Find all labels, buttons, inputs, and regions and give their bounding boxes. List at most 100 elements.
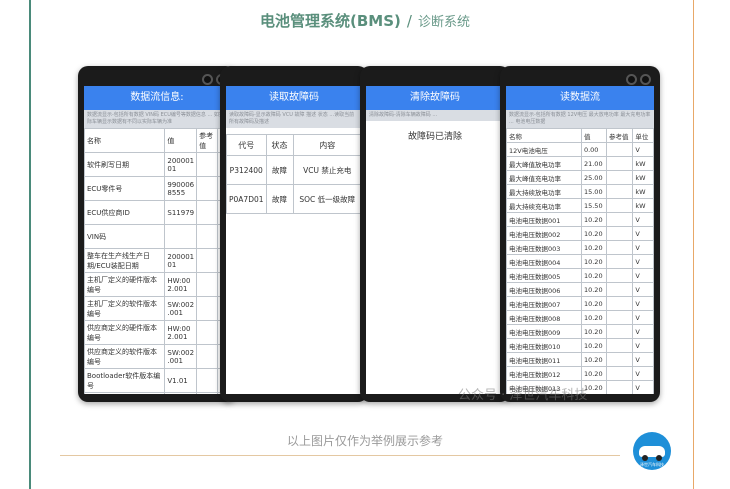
frame-line-left [29, 0, 31, 489]
table-cell: 主机厂定义的硬件版本编号 [84, 272, 166, 297]
table-row[interactable]: 最大持续充电功率 15.50 kW [506, 198, 654, 213]
table-cell: 主机厂定义的软件版本编号 [84, 296, 166, 321]
table-cell: 10.20 [580, 212, 607, 227]
column-header: 名称 [84, 128, 166, 153]
frame-line-right [693, 0, 694, 489]
screen-clear-fault: 清除故障码 清除故障码-清除车辆故障码 ... 故障码已清除 [366, 86, 504, 394]
table-cell: V [632, 296, 654, 311]
screen-read-fault: 读取故障码 读取故障码-显示故障码 VCU 故障 描述 状态 ...读取当前所有… [226, 86, 362, 394]
table-row[interactable]: 供应商定义的软件版本编号SW:002 .001... [84, 344, 230, 369]
table-cell: 990006 8555 [164, 176, 198, 201]
table-row[interactable]: 电池电压数据009 10.20 V [506, 324, 654, 339]
table-row[interactable]: 主机厂定义的软件版本编号SW:002 .001... [84, 296, 230, 321]
table-cell [605, 282, 634, 297]
table-cell: 10.20 [580, 254, 607, 269]
column-header: 内容 [292, 134, 362, 156]
table-cell: ECU零件号 [84, 176, 166, 201]
table-cell: 最大持续放电功率 [506, 184, 582, 199]
table-cell: V [632, 268, 654, 283]
table-cell: V [632, 338, 654, 353]
table-row[interactable]: 电池电压数据006 10.20 V [506, 282, 654, 297]
table-row[interactable]: 电池电压数据008 10.20 V [506, 310, 654, 325]
table-cell: 12V电池电压 [506, 142, 582, 157]
table-cell: V [632, 310, 654, 325]
table-cell [605, 310, 634, 325]
table-row[interactable]: 电池电压数据007 10.20 V [506, 296, 654, 311]
panel-info: 读取故障码-显示故障码 VCU 故障 描述 状态 ...读取当前所有故障码及描述 [226, 110, 362, 128]
table-row[interactable]: 软件刷写日期200001 01... [84, 152, 230, 177]
table-row[interactable]: 电池电压数据005 10.20 V [506, 268, 654, 283]
table-cell: 200001 01 [164, 152, 198, 177]
table-cell: P0A7D01 [226, 184, 267, 214]
logo-text: 泽世汽车科技 [640, 462, 664, 467]
table-row[interactable]: Bootloader软件版本编号V1.01... [84, 368, 230, 393]
table-row[interactable]: P0A7D01 故障 SOC 低一级故障 [226, 184, 362, 214]
table-cell [196, 368, 218, 393]
camera-icon [640, 74, 651, 85]
screen-read-data: 读数据流 数据流显示-包括所有数据 12V电压 最大放电功率 最大充电功率 ..… [506, 86, 654, 394]
table-cell: kW [632, 198, 654, 213]
table-cell: 10.20 [580, 366, 607, 381]
table-row[interactable]: 电池电压数据011 10.20 V [506, 352, 654, 367]
table-row[interactable]: ECU零件号990006 8555... [84, 176, 230, 201]
table-cell: V [632, 142, 654, 157]
table-cell: 10.20 [580, 352, 607, 367]
table-row[interactable]: 电池电压数据004 10.20 V [506, 254, 654, 269]
panel-info: 数据流显示-包括所有数据 VIN码 ECU编号等数据信息 ... 如实际车辆显示… [84, 110, 230, 128]
table-row[interactable]: 最大峰值放电功率 21.00 kW [506, 156, 654, 171]
table-cell: 0.00 [580, 142, 607, 157]
brand-logo: 泽世汽车科技 [633, 432, 671, 470]
column-header: 名称 [506, 128, 582, 143]
table-row[interactable]: 最大持续放电功率 15.00 kW [506, 184, 654, 199]
table-cell [196, 344, 218, 369]
table-row[interactable]: 电池电压数据001 10.20 V [506, 212, 654, 227]
table-row[interactable]: P312400 故障 VCU 禁止充电 [226, 155, 362, 185]
title-separator: / [406, 12, 412, 30]
table-cell [605, 268, 634, 283]
table-cell [196, 296, 218, 321]
table-row[interactable]: 最大峰值充电功率 25.00 kW [506, 170, 654, 185]
table-row[interactable]: 电池电压数据010 10.20 V [506, 338, 654, 353]
table-cell: V [632, 366, 654, 381]
table-row[interactable]: 车辆名称LR0800 0C... [84, 392, 230, 394]
table-cell: 21.00 [580, 156, 607, 171]
table-cell: V [632, 324, 654, 339]
table-cell: 软件刷写日期 [84, 152, 166, 177]
table-cell [605, 226, 634, 241]
page-title: 电池管理系统(BMS) / 诊断系统 [0, 10, 730, 31]
table-cell [605, 142, 634, 157]
table-cell: 故障 [265, 184, 294, 214]
table-row[interactable]: 12V电池电压 0.00 V [506, 142, 654, 157]
table-row[interactable]: 电池电压数据003 10.20 V [506, 240, 654, 255]
table-cell [196, 176, 218, 201]
table-cell: 供应商定义的软件版本编号 [84, 344, 166, 369]
table-row[interactable]: 供应商定义的硬件版本编号HW:00 2.001... [84, 320, 230, 345]
table-cell: 10.20 [580, 282, 607, 297]
phone-read-fault: 读取故障码 读取故障码-显示故障码 VCU 故障 描述 状态 ...读取当前所有… [220, 66, 368, 402]
table-cell: 电池电压数据012 [506, 366, 582, 381]
table-cell: V [632, 352, 654, 367]
table-cell: HW:00 2.001 [164, 320, 198, 345]
data-table: 名称 值 参考值 单位 12V电池电压 0.00 V 最大峰值放电功率 21.00 kW 最… [506, 128, 654, 394]
table-cell [605, 352, 634, 367]
panel-info: 数据流显示-包括所有数据 12V电压 最大放电功率 最大充电功率 ... 电池电… [506, 110, 654, 128]
title-text: 电池管理系统(BMS) [260, 12, 401, 30]
table-row[interactable]: 主机厂定义的硬件版本编号HW:00 2.001... [84, 272, 230, 297]
data-table: 名称 值 参考值 单 软件刷写日期200001 01...ECU零件号99000… [84, 128, 230, 394]
table-row[interactable]: 电池电压数据012 10.20 V [506, 366, 654, 381]
table-row[interactable]: ECU供应商IDS11979... [84, 200, 230, 225]
table-cell: 最大峰值放电功率 [506, 156, 582, 171]
table-cell: V [632, 254, 654, 269]
table-cell: V1.01 [164, 368, 198, 393]
table-cell [196, 200, 218, 225]
table-cell: SW:002 .001 [164, 344, 198, 369]
table-cell [196, 320, 218, 345]
table-row[interactable]: VIN码... [84, 224, 230, 249]
table-cell: V [632, 380, 654, 394]
panel-title: 读数据流 [506, 86, 654, 110]
table-cell: V [632, 282, 654, 297]
table-cell: 电池电压数据005 [506, 268, 582, 283]
table-row[interactable]: 电池电压数据002 10.20 V [506, 226, 654, 241]
column-header: 值 [580, 128, 607, 143]
table-row[interactable]: 整车在生产线生产日期/ECU装配日期200001 01... [84, 248, 230, 273]
